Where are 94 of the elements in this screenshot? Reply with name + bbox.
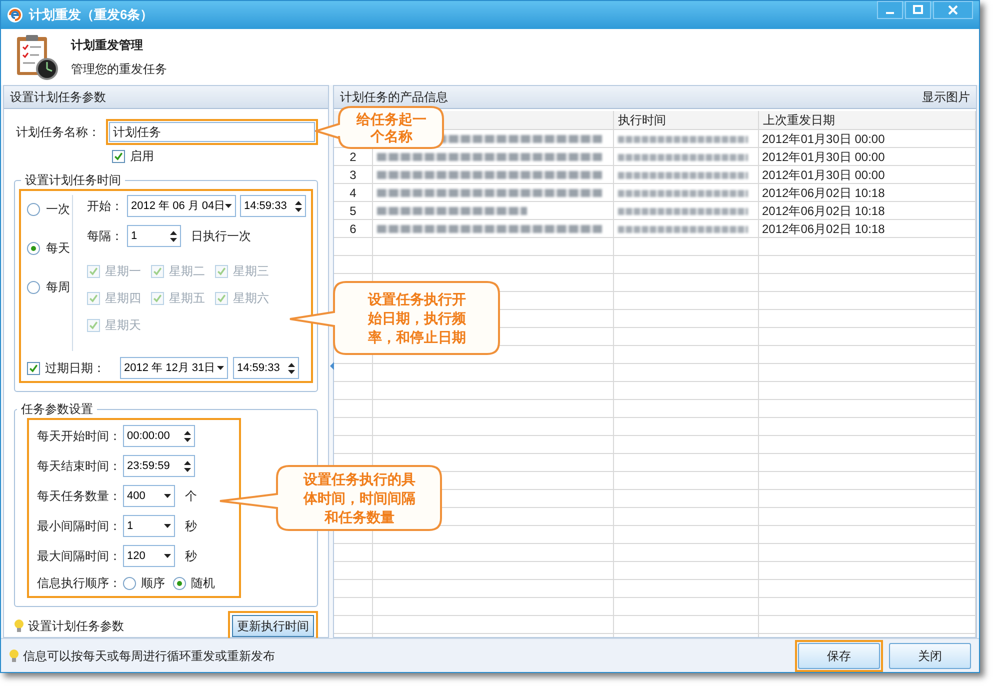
checkbox[interactable] xyxy=(112,150,125,162)
date-picker[interactable]: 2012 年 06 月 04日 xyxy=(127,195,236,217)
maximize-button[interactable] xyxy=(905,1,931,19)
maximize-icon[interactable] xyxy=(913,5,923,15)
radio-label: 每天 xyxy=(46,240,70,257)
table-cell-text: 2012年06月02日 10:18 xyxy=(762,203,885,220)
clipboard-clock-icon xyxy=(15,33,59,81)
dropdown-caret-icon[interactable] xyxy=(164,524,171,528)
checkbox-label: 星期天 xyxy=(105,317,141,334)
splitter-arrow-icon[interactable] xyxy=(330,362,334,370)
field-label: 最大间隔时间： xyxy=(37,548,122,565)
table-cell-text: 2012年01月30日 00:00 xyxy=(762,149,885,166)
radio-label: 随机 xyxy=(191,575,215,592)
dropdown-caret-icon[interactable] xyxy=(164,494,171,498)
unit-label: 秒 xyxy=(185,518,197,535)
date-picker[interactable]: 2012 年 12月 31日 xyxy=(120,357,228,379)
app-logo-icon xyxy=(7,7,23,23)
lightbulb-icon xyxy=(14,619,24,633)
time-spinner[interactable]: 14:59:33 xyxy=(240,195,306,217)
spin-arrows-icon[interactable] xyxy=(170,230,177,242)
checkbox-label: 星期五 xyxy=(169,290,205,307)
radio-label: 顺序 xyxy=(141,575,165,592)
checkbox-label: 星期六 xyxy=(233,290,269,307)
radio-button[interactable] xyxy=(173,576,186,590)
column-header: 上次重发日期 xyxy=(763,112,835,129)
dropdown-caret-icon[interactable] xyxy=(164,554,171,558)
group-title: 任务参数设置 xyxy=(20,401,94,418)
status-text: 信息可以按每天或每周进行循环重发或重新发布 xyxy=(23,648,275,664)
checkbox[interactable] xyxy=(27,362,40,374)
checkbox-label: 过期日期： xyxy=(45,360,106,377)
update-time-button[interactable]: 更新执行时间 xyxy=(232,615,314,637)
minimize-button[interactable] xyxy=(877,1,903,19)
checkbox-label: 星期三 xyxy=(233,263,269,280)
callout-text: 给任务起一个名称 xyxy=(355,110,428,144)
close-dialog-button[interactable]: 关闭 xyxy=(889,642,971,668)
field-label: 每天任务数量： xyxy=(37,488,122,505)
table-cell-text: 2012年01月30日 00:00 xyxy=(762,167,885,184)
callout-text: 设置任务执行的具体时间，时间间隔和任务数量 xyxy=(302,470,416,526)
interval-spinner[interactable]: 1 xyxy=(127,225,181,247)
checkbox-label: 启用 xyxy=(130,148,154,165)
header-title: 计划重发管理 xyxy=(71,37,144,54)
unit-label: 个 xyxy=(185,488,197,505)
field-label: 计划任务名称： xyxy=(15,124,101,141)
dropdown-caret-icon[interactable] xyxy=(225,204,232,208)
close-button[interactable] xyxy=(933,1,973,19)
field-label: 每天结束时间： xyxy=(37,458,122,475)
hint-text: 设置计划任务参数 xyxy=(28,618,124,635)
field-label: 每隔： xyxy=(87,228,123,245)
field-label: 每天开始时间： xyxy=(37,428,122,445)
field-label: 信息执行顺序： xyxy=(37,575,122,592)
row-number: 6 xyxy=(350,221,356,238)
window-title: 计划重发（重发6条） xyxy=(29,6,154,24)
field-suffix: 日执行一次 xyxy=(191,228,251,245)
column-header: 执行时间 xyxy=(618,112,666,129)
checkbox-label: 星期二 xyxy=(169,263,205,280)
show-images-link[interactable]: 显示图片 xyxy=(922,88,970,106)
radio-button[interactable] xyxy=(27,242,40,254)
task-name-field[interactable]: 计划任务 xyxy=(109,122,315,142)
lightbulb-icon xyxy=(9,648,19,662)
spin-arrows-icon[interactable] xyxy=(184,460,191,472)
spin-arrows-icon[interactable] xyxy=(184,430,191,442)
row-number: 2 xyxy=(350,149,356,166)
checkbox-label: 星期四 xyxy=(105,290,141,307)
panel-title: 设置计划任务参数 xyxy=(10,89,106,106)
time-spinner[interactable]: 00:00:00 xyxy=(123,425,195,447)
dropdown-field[interactable]: 120 xyxy=(123,545,175,567)
header-subtitle: 管理您的重发任务 xyxy=(71,61,167,78)
callout-text: 设置任务执行开始日期，执行频率，和停止日期 xyxy=(366,290,467,346)
table-cell-text: 2012年06月02日 10:18 xyxy=(762,185,885,202)
radio-button[interactable] xyxy=(27,280,40,294)
time-spinner[interactable]: 14:59:33 xyxy=(233,357,299,379)
dropdown-caret-icon[interactable] xyxy=(217,366,224,370)
checkbox-label: 星期一 xyxy=(105,263,141,280)
radio-label: 一次 xyxy=(46,201,70,218)
field-label: 开始： xyxy=(87,198,123,215)
unit-label: 秒 xyxy=(185,548,197,565)
table-cell-text: 2012年01月30日 00:00 xyxy=(762,131,885,148)
spin-arrows-icon[interactable] xyxy=(295,200,302,212)
spin-arrows-icon[interactable] xyxy=(288,362,295,374)
field-label: 最小间隔时间： xyxy=(37,518,122,535)
row-number: 3 xyxy=(350,167,356,184)
row-number: 4 xyxy=(350,185,356,202)
time-spinner[interactable]: 23:59:59 xyxy=(123,455,195,477)
close-icon[interactable] xyxy=(948,5,958,15)
dropdown-field[interactable]: 1 xyxy=(123,515,175,537)
panel-title: 计划任务的产品信息 xyxy=(340,89,448,106)
dropdown-field[interactable]: 400 xyxy=(123,485,175,507)
row-number: 5 xyxy=(350,203,356,220)
radio-label: 每周 xyxy=(46,279,70,296)
group-title: 设置计划任务时间 xyxy=(24,172,122,189)
radio-button[interactable] xyxy=(123,576,136,590)
radio-button[interactable] xyxy=(27,202,40,216)
save-button[interactable]: 保存 xyxy=(798,642,880,668)
table-cell-text: 2012年06月02日 10:18 xyxy=(762,221,885,238)
